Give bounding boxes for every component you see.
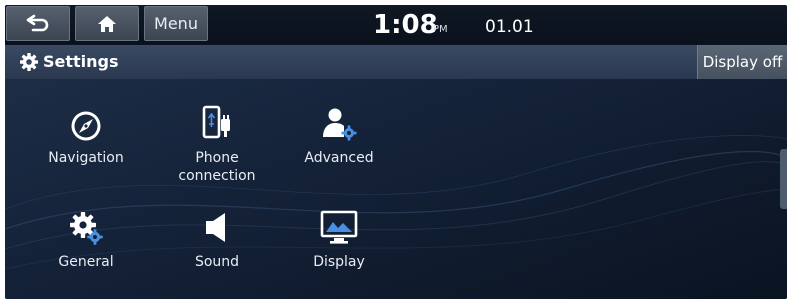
- phone-connection-icon: [202, 105, 230, 139]
- gear-icon: [20, 53, 38, 71]
- settings-screen: Menu 1:08 PM 01.01 Settings Display off: [5, 5, 787, 299]
- settings-menu-area: Navigation Phone connection Advanced Gen…: [5, 79, 787, 299]
- advanced-label: Advanced: [304, 150, 374, 166]
- settings-item-advanced[interactable]: Advanced: [284, 105, 394, 195]
- monitor-icon: [320, 210, 358, 244]
- speaker-icon: [206, 213, 225, 242]
- general-label: General: [58, 254, 114, 270]
- home-icon: [98, 15, 116, 32]
- advanced-user-gear-icon: [323, 108, 357, 141]
- settings-item-navigation[interactable]: Navigation: [31, 109, 141, 199]
- sound-label: Sound: [194, 254, 240, 270]
- display-label: Display: [313, 254, 365, 270]
- back-arrow-icon: [26, 14, 49, 31]
- clock-time: 1:08: [373, 10, 438, 40]
- display-off-label: Display off: [702, 53, 783, 71]
- settings-item-general[interactable]: General: [31, 209, 141, 299]
- back-button[interactable]: [6, 6, 70, 41]
- settings-item-phone-connection[interactable]: Phone connection: [162, 105, 272, 195]
- settings-item-display[interactable]: Display: [284, 209, 394, 299]
- side-panel-handle[interactable]: [780, 149, 787, 209]
- page-title: Settings: [43, 52, 119, 71]
- clock-ampm: PM: [433, 24, 448, 35]
- phone-connection-label: Phone connection: [178, 150, 256, 184]
- compass-icon: [71, 111, 101, 141]
- date-display: 01.01: [485, 17, 534, 37]
- status-bar: Menu 1:08 PM 01.01: [5, 5, 787, 44]
- home-button[interactable]: [75, 6, 139, 41]
- settings-item-sound[interactable]: Sound: [162, 209, 272, 299]
- navigation-label: Navigation: [48, 150, 124, 166]
- gears-icon: [70, 212, 103, 245]
- display-off-button[interactable]: Display off: [697, 45, 787, 79]
- menu-button[interactable]: Menu: [144, 6, 208, 41]
- title-bar: Settings Display off: [5, 45, 787, 79]
- menu-label: Menu: [154, 14, 198, 33]
